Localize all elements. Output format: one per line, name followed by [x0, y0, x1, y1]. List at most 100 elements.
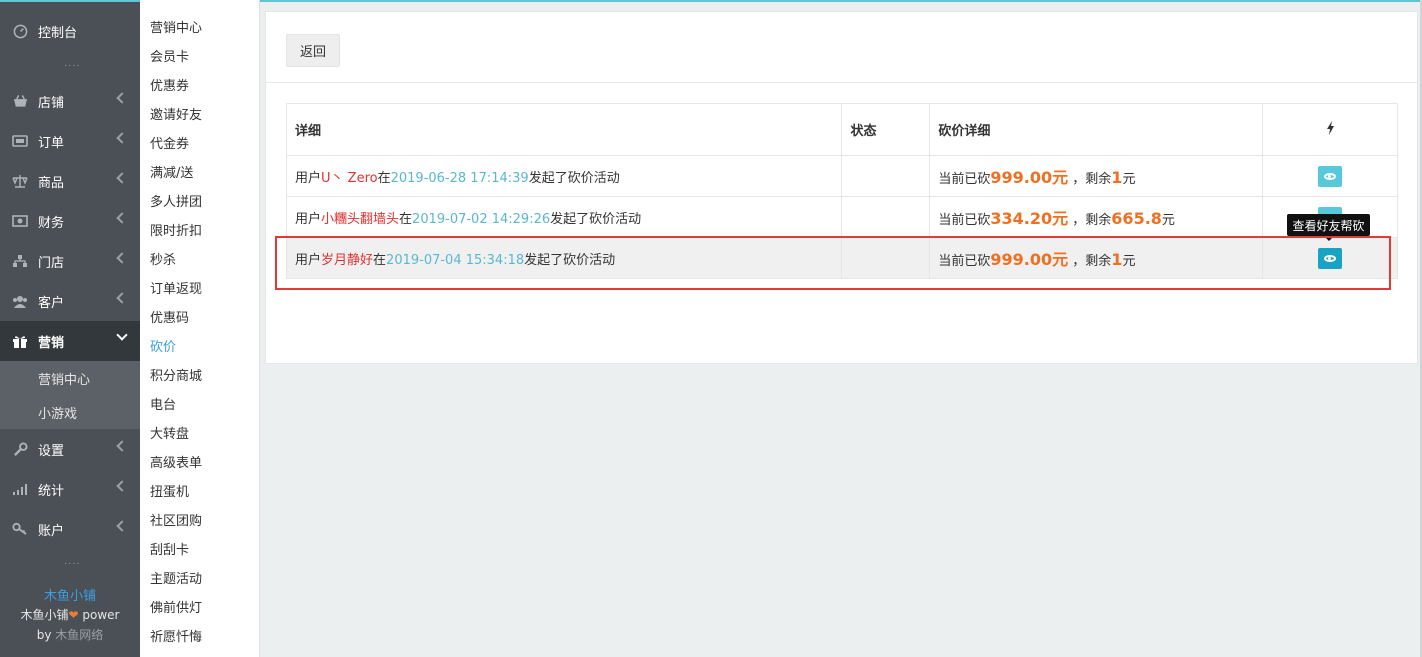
- chevron-left-icon: [116, 132, 128, 144]
- sidebar-item-marketing[interactable]: 营销: [0, 321, 140, 361]
- submenu-item-prayer[interactable]: 祈愿忏悔: [150, 626, 202, 645]
- submenu-item-bargain[interactable]: 砍价: [150, 336, 176, 355]
- submenu-item-wheel[interactable]: 大转盘: [150, 423, 189, 442]
- store-icon: [12, 253, 28, 269]
- text-cut-prefix: 当前已砍: [938, 254, 991, 269]
- sidebar-subitem-mini-games[interactable]: 小游戏: [0, 395, 140, 429]
- submenu-item-promo-code[interactable]: 优惠码: [150, 307, 189, 326]
- view-helpers-tooltip: 查看好友帮砍: [1287, 214, 1370, 241]
- submenu-item-seckill[interactable]: 秒杀: [150, 249, 176, 268]
- submenu-item-invite-friends[interactable]: 邀请好友: [150, 104, 202, 123]
- sidebar-item-customer[interactable]: 客户: [0, 281, 140, 321]
- sidebar-item-stats[interactable]: 统计: [0, 469, 140, 509]
- column-header-detail: 详细: [285, 103, 843, 156]
- wrench-icon: [12, 441, 28, 457]
- submenu-item-member-card[interactable]: 会员卡: [150, 46, 189, 65]
- cell-cut-detail: 当前已砍334.20元 ，剩余665.8元: [929, 196, 1264, 238]
- text-user-prefix: 用户: [295, 170, 322, 186]
- sidebar-item-order[interactable]: 订单: [0, 121, 140, 161]
- submenu-item-radio[interactable]: 电台: [150, 394, 176, 413]
- sidebar-subitem-marketing-center[interactable]: 营销中心: [0, 361, 140, 395]
- stats-icon: [12, 481, 28, 497]
- sidebar-item-store[interactable]: 门店: [0, 241, 140, 281]
- column-header-cut-detail: 砍价详细: [929, 103, 1264, 156]
- back-button[interactable]: 返回: [286, 34, 340, 67]
- sidebar-item-label: 设置: [38, 443, 65, 459]
- text-at: 在: [377, 170, 391, 186]
- text-at: 在: [373, 252, 387, 268]
- chevron-left-icon: [116, 172, 128, 184]
- submenu-item-full-reduction[interactable]: 满减/送: [150, 162, 193, 181]
- footer-by: by 木鱼网络: [0, 626, 140, 643]
- marketing-submenu: 营销中心 会员卡 优惠券 邀请好友 代金券 满减/送 多人拼团 限时折扣 秒杀 …: [140, 0, 260, 657]
- sidebar-item-shop[interactable]: 店铺: [0, 81, 140, 121]
- key-icon: [12, 521, 28, 537]
- submenu-item-flash-discount[interactable]: 限时折扣: [150, 220, 202, 239]
- sidebar-item-label: 订单: [38, 135, 65, 151]
- text-remain-prefix: ，剩余: [1072, 254, 1112, 269]
- view-helpers-button[interactable]: [1318, 247, 1343, 269]
- submenu-item-group-buy[interactable]: 多人拼团: [150, 191, 202, 210]
- eye-icon: [1324, 172, 1337, 180]
- chevron-left-icon: [116, 92, 128, 104]
- sidebar-item-settings[interactable]: 设置: [0, 429, 140, 469]
- username: U丶 Zero: [321, 170, 378, 186]
- table-row: 用户岁月静好在2019-07-04 15:34:18发起了砍价活动 当前已砍99…: [285, 237, 1398, 279]
- sidebar-item-label: 客户: [38, 295, 65, 311]
- chevron-left-icon: [116, 520, 128, 532]
- submenu-item-advanced-form[interactable]: 高级表单: [150, 452, 202, 471]
- cell-status: [841, 237, 931, 279]
- bargain-table: 详细 状态 砍价详细 用户U丶 Zero在2019-06-28 17:14:39…: [285, 103, 1398, 279]
- sidebar-item-account[interactable]: 账户: [0, 509, 140, 549]
- submenu-item-points-mall[interactable]: 积分商城: [150, 365, 202, 384]
- sidebar-item-label: 营销: [38, 335, 65, 351]
- cell-detail: 用户小糰头翻墙头在2019-07-02 14:29:26发起了砍价活动: [285, 196, 843, 238]
- cell-action: [1262, 237, 1398, 279]
- text-cut-prefix: 当前已砍: [938, 213, 991, 228]
- timestamp: 2019-06-28 17:14:39: [390, 170, 529, 186]
- submenu-item-scratch-card[interactable]: 刮刮卡: [150, 539, 189, 558]
- table-header-row: 详细 状态 砍价详细: [285, 103, 1398, 156]
- submenu-item-gashapon[interactable]: 扭蛋机: [150, 481, 189, 500]
- sidebar-item-label: 商品: [38, 175, 65, 191]
- column-header-status: 状态: [841, 103, 931, 156]
- cut-amount: 999.00元: [990, 250, 1069, 269]
- submenu-item-coupon[interactable]: 优惠券: [150, 75, 189, 94]
- view-helpers-button[interactable]: [1318, 165, 1343, 187]
- sidebar-item-label: 门店: [38, 255, 65, 271]
- submenu-item-community-group[interactable]: 社区团购: [150, 510, 202, 529]
- footer-power-prefix: 木鱼小铺: [20, 608, 69, 622]
- text-remain-prefix: ，剩余: [1072, 172, 1112, 187]
- sidebar-item-finance[interactable]: 财务: [0, 201, 140, 241]
- text-remain-suffix: 元: [1122, 172, 1136, 187]
- sidebar-divider-dots: ....: [64, 556, 81, 567]
- customer-icon: [12, 293, 28, 309]
- timestamp: 2019-07-02 14:29:26: [412, 211, 551, 227]
- submenu-item-voucher[interactable]: 代金券: [150, 133, 189, 152]
- submenu-item-marketing-center[interactable]: 营销中心: [150, 17, 202, 36]
- footer-power: 木鱼小铺❤ power: [0, 606, 140, 623]
- sidebar-item-goods[interactable]: 商品: [0, 161, 140, 201]
- cut-amount: 334.20元: [990, 209, 1069, 228]
- submenu-item-lamp-offering[interactable]: 佛前供灯: [150, 597, 202, 616]
- submenu-item-theme-event[interactable]: 主题活动: [150, 568, 202, 587]
- timestamp: 2019-07-04 15:34:18: [386, 252, 525, 268]
- text-remain-suffix: 元: [1161, 213, 1175, 228]
- remain-amount: 1: [1111, 250, 1123, 269]
- remain-amount: 665.8: [1111, 209, 1162, 228]
- text-cut-prefix: 当前已砍: [938, 172, 991, 187]
- username: 岁月静好: [321, 252, 374, 268]
- cell-cut-detail: 当前已砍999.00元 ，剩余1元: [929, 155, 1264, 197]
- chevron-left-icon: [116, 252, 128, 264]
- footer-by-prefix: by: [36, 628, 56, 642]
- chevron-left-icon: [116, 480, 128, 492]
- text-suffix: 发起了砍价活动: [528, 170, 620, 186]
- submenu-item-order-cashback[interactable]: 订单返现: [150, 278, 202, 297]
- sidebar-divider-dots: ....: [64, 58, 81, 69]
- cell-detail: 用户U丶 Zero在2019-06-28 17:14:39发起了砍价活动: [285, 155, 843, 197]
- shop-icon: [12, 93, 28, 109]
- sidebar-item-dashboard[interactable]: 控制台: [0, 11, 140, 51]
- lightning-icon: [1262, 103, 1398, 156]
- text-remain-prefix: ，剩余: [1072, 213, 1112, 228]
- text-suffix: 发起了砍价活动: [550, 211, 642, 227]
